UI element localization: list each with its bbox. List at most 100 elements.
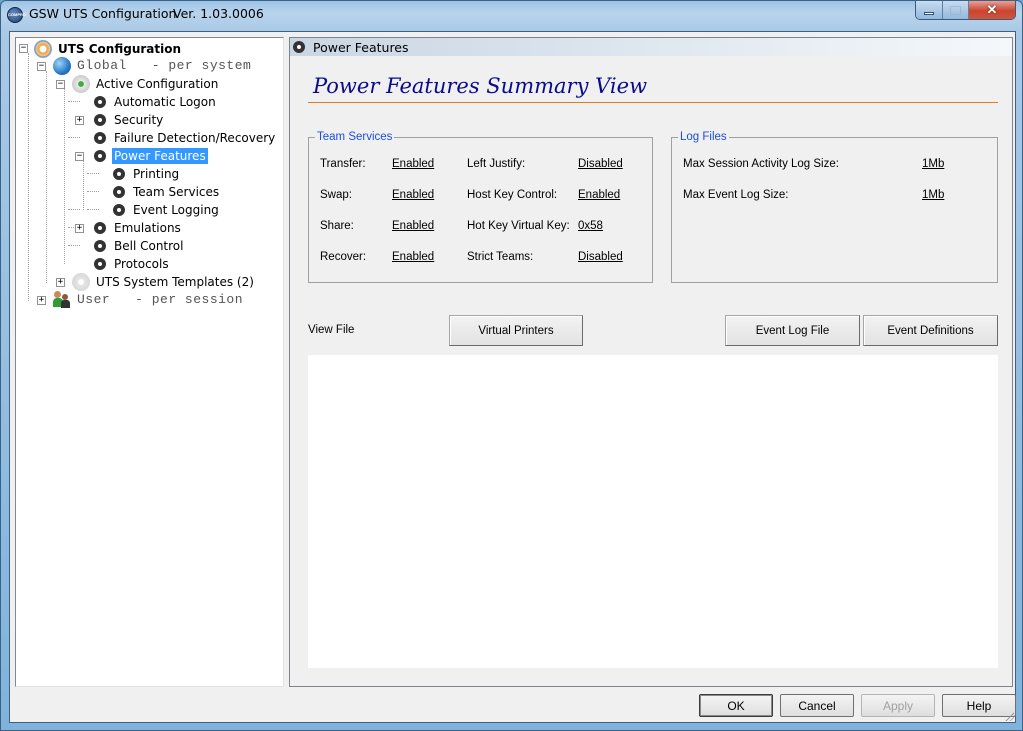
tree-line bbox=[46, 71, 47, 283]
gear-icon bbox=[293, 41, 305, 53]
share-label: Share: bbox=[320, 220, 354, 232]
share-value-link[interactable]: Enabled bbox=[392, 220, 434, 232]
tree-item-emulations[interactable]: Emulations bbox=[94, 219, 183, 236]
collapse-toggle[interactable]: − bbox=[19, 44, 28, 53]
title-bar[interactable]: COMPRO GSW UTS Configuration Ver. 1.03.0… bbox=[1, 1, 1022, 29]
tree-item-bell-control[interactable]: Bell Control bbox=[94, 237, 185, 254]
event-definitions-button[interactable]: Event Definitions bbox=[863, 315, 998, 346]
virtual-printers-button[interactable]: Virtual Printers bbox=[449, 315, 583, 346]
recover-label: Recover: bbox=[320, 251, 367, 263]
tree-item-label: Failure Detection/Recovery bbox=[114, 130, 276, 145]
tree-line bbox=[87, 191, 99, 192]
hot-key-virtual-key-value-link[interactable]: 0x58 bbox=[578, 220, 603, 232]
tree-item-label: UTS Configuration bbox=[58, 41, 182, 56]
swap-label: Swap: bbox=[320, 189, 352, 201]
tree-item-printing[interactable]: Printing bbox=[113, 165, 181, 182]
expand-toggle[interactable]: + bbox=[37, 296, 46, 305]
summary-view-title: Power Features Summary View bbox=[313, 74, 648, 98]
maximize-button[interactable] bbox=[943, 1, 969, 19]
hot-key-virtual-key-label: Hot Key Virtual Key: bbox=[467, 220, 570, 232]
ok-button[interactable]: OK bbox=[699, 694, 773, 717]
swap-value-link[interactable]: Enabled bbox=[392, 189, 434, 201]
app-logo-icon[interactable]: COMPRO bbox=[7, 7, 26, 23]
tree-item-team-services[interactable]: Team Services bbox=[113, 183, 221, 200]
globe-icon bbox=[53, 56, 71, 75]
tree-item-label: Security bbox=[114, 112, 164, 127]
template-icon bbox=[72, 272, 90, 291]
recover-value-link[interactable]: Enabled bbox=[392, 251, 434, 263]
host-key-control-value-link[interactable]: Enabled bbox=[578, 189, 620, 201]
expand-toggle[interactable]: + bbox=[75, 224, 84, 233]
help-button[interactable]: Help bbox=[942, 694, 1016, 717]
tree-item-label: Protocols bbox=[114, 256, 169, 271]
strict-teams-label: Strict Teams: bbox=[467, 251, 534, 263]
gear-icon bbox=[113, 186, 125, 198]
left-justify-value-link[interactable]: Disabled bbox=[578, 158, 623, 170]
tree-item-label: Team Services bbox=[133, 184, 220, 199]
tree-item-uts-system-templates[interactable]: UTS System Templates (2) bbox=[72, 272, 256, 291]
max-session-log-size-value-link[interactable]: 1Mb bbox=[922, 158, 944, 170]
expand-toggle[interactable]: + bbox=[75, 116, 84, 125]
transfer-label: Transfer: bbox=[320, 158, 366, 170]
tree-item-failure-detection[interactable]: Failure Detection/Recovery bbox=[94, 129, 277, 146]
transfer-value-link[interactable]: Enabled bbox=[392, 158, 434, 170]
max-session-log-size-label: Max Session Activity Log Size: bbox=[683, 158, 839, 170]
tree-line bbox=[68, 209, 80, 210]
active-config-icon bbox=[72, 74, 90, 93]
tree-item-event-logging[interactable]: Event Logging bbox=[113, 201, 221, 218]
configuration-tree[interactable]: − − − + − + + + UTS Configuration Global… bbox=[15, 37, 284, 687]
gear-icon bbox=[113, 168, 125, 180]
panel-header: Power Features bbox=[290, 38, 1012, 56]
tree-item-global[interactable]: Global - per system bbox=[53, 56, 253, 75]
tree-item-label: Active Configuration bbox=[96, 76, 219, 91]
tree-line bbox=[68, 245, 80, 246]
max-event-log-size-value-link[interactable]: 1Mb bbox=[922, 189, 944, 201]
users-icon bbox=[53, 290, 71, 309]
gear-icon bbox=[94, 222, 106, 234]
tree-line bbox=[87, 173, 99, 174]
team-services-group: Team Services Transfer: Enabled Left Jus… bbox=[308, 131, 653, 283]
tree-item-uts-configuration[interactable]: UTS Configuration bbox=[34, 39, 183, 58]
collapse-toggle[interactable]: − bbox=[56, 80, 65, 89]
tree-item-label: UTS System Templates (2) bbox=[96, 274, 254, 289]
tree-item-label: Event Logging bbox=[133, 202, 219, 217]
gear-icon bbox=[94, 258, 106, 270]
collapse-toggle[interactable]: − bbox=[37, 62, 46, 71]
host-key-control-label: Host Key Control: bbox=[467, 189, 558, 201]
tree-item-active-configuration[interactable]: Active Configuration bbox=[72, 74, 220, 93]
tree-item-label: Printing bbox=[133, 166, 180, 181]
gear-icon bbox=[94, 240, 106, 252]
strict-teams-value-link[interactable]: Disabled bbox=[578, 251, 623, 263]
tree-line bbox=[87, 209, 99, 210]
event-log-file-button[interactable]: Event Log File bbox=[725, 315, 860, 346]
tree-item-user[interactable]: User - per session bbox=[53, 290, 245, 309]
tree-item-label: Bell Control bbox=[114, 238, 184, 253]
gear-icon bbox=[94, 150, 106, 162]
tree-item-automatic-logon[interactable]: Automatic Logon bbox=[94, 93, 218, 110]
window-controls: ✕ bbox=[915, 1, 1016, 20]
tree-item-security[interactable]: Security bbox=[94, 111, 165, 128]
tree-line bbox=[68, 101, 80, 102]
power-features-panel: Power Features Power Features Summary Vi… bbox=[289, 37, 1013, 687]
tree-item-power-features[interactable]: Power Features bbox=[94, 147, 208, 164]
collapse-toggle[interactable]: − bbox=[75, 152, 84, 161]
gear-icon bbox=[94, 132, 106, 144]
expand-toggle[interactable]: + bbox=[56, 278, 65, 287]
tree-line bbox=[28, 53, 29, 301]
close-button[interactable]: ✕ bbox=[969, 1, 1015, 19]
maximize-icon bbox=[950, 5, 961, 15]
minimize-button[interactable] bbox=[916, 1, 943, 19]
tree-line bbox=[83, 160, 84, 210]
log-files-group: Log Files Max Session Activity Log Size:… bbox=[671, 131, 998, 283]
config-icon bbox=[34, 39, 52, 58]
gear-icon bbox=[113, 204, 125, 216]
apply-button[interactable]: Apply bbox=[861, 694, 935, 717]
file-view-area[interactable] bbox=[308, 355, 998, 668]
tree-item-label: Emulations bbox=[114, 220, 181, 235]
tree-item-label: Power Features bbox=[112, 147, 208, 164]
title-divider bbox=[308, 102, 998, 103]
tree-item-protocols[interactable]: Protocols bbox=[94, 255, 171, 272]
cancel-button[interactable]: Cancel bbox=[780, 694, 854, 717]
panel-header-title: Power Features bbox=[313, 39, 409, 55]
tree-item-label: Automatic Logon bbox=[114, 94, 216, 109]
